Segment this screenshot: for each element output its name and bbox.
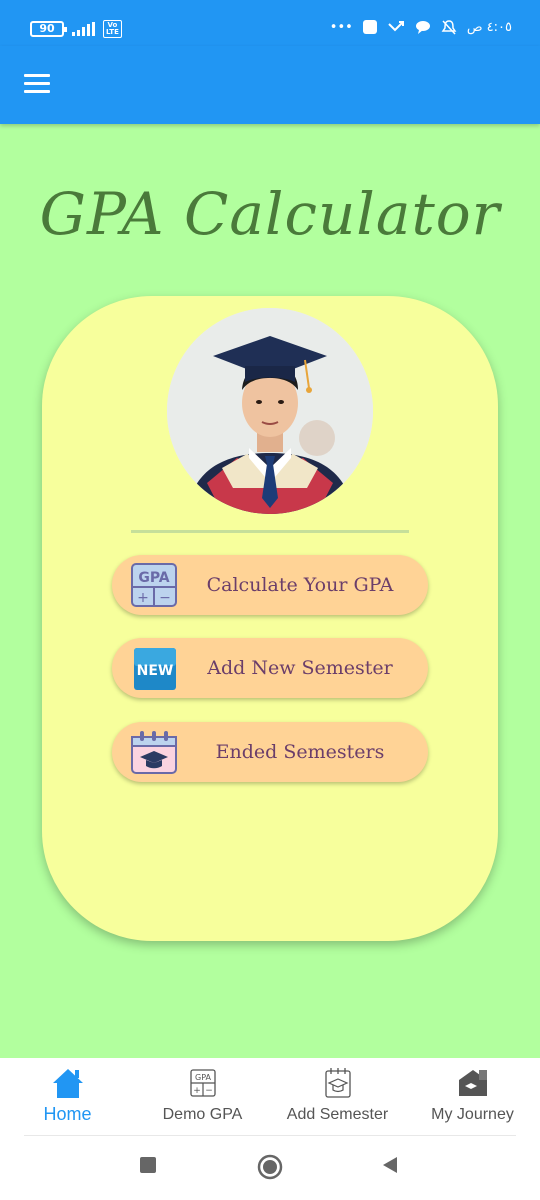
gpa-calculator-icon: GPA + − [131, 563, 177, 607]
nav-label-home: Home [43, 1104, 92, 1124]
signal-icon [72, 22, 95, 36]
missed-call-icon [388, 21, 404, 32]
network-badge: Vo LTE [103, 20, 122, 38]
status-bar: 90 Vo LTE ••• ٤:٠٥ ص [0, 0, 540, 46]
svg-text:GPA: GPA [138, 570, 169, 586]
message-icon [415, 21, 430, 34]
nav-item-demo-gpa[interactable]: GPA + − Demo GPA [135, 1058, 270, 1136]
nav-divider [24, 1135, 516, 1136]
nav-item-my-journey[interactable]: My Journey [405, 1058, 540, 1136]
recent-apps-icon[interactable] [139, 1156, 157, 1174]
home-icon [52, 1069, 83, 1098]
svg-text:+: + [193, 1086, 201, 1096]
svg-text:NEW: NEW [137, 663, 174, 679]
svg-text:−: − [205, 1086, 213, 1096]
nav-label-demo-gpa: Demo GPA [162, 1106, 243, 1123]
graduate-image [167, 308, 373, 514]
hamburger-menu-icon[interactable] [24, 74, 52, 96]
battery-icon: 90 [30, 21, 67, 37]
calculate-gpa-label: Calculate Your GPA [206, 574, 394, 596]
calculate-gpa-button[interactable]: GPA + − Calculate Your GPA [112, 555, 428, 615]
bottom-nav: Home GPA + − Demo GPA Add Semester My Jo… [0, 1058, 540, 1138]
add-new-semester-button[interactable]: NEW Add New Semester [112, 638, 428, 698]
ended-semesters-button[interactable]: Ended Semesters [112, 722, 428, 782]
home-system-icon[interactable] [257, 1154, 283, 1180]
status-right: ••• ٤:٠٥ ص [330, 19, 512, 35]
gpa-icon: GPA + − [189, 1069, 216, 1097]
battery-level: 90 [39, 22, 55, 35]
journey-icon [458, 1070, 487, 1096]
app-notification-icon [362, 20, 377, 34]
divider [131, 530, 409, 533]
graduate-avatar [167, 308, 373, 514]
nav-item-add-semester[interactable]: Add Semester [270, 1058, 405, 1136]
network-type: LTE [106, 28, 119, 36]
more-icon: ••• [329, 19, 353, 35]
mute-bell-icon [441, 20, 457, 35]
nav-label-my-journey: My Journey [431, 1106, 514, 1123]
new-badge-icon: NEW [134, 648, 176, 690]
svg-text:−: − [159, 590, 171, 606]
svg-text:GPA: GPA [195, 1073, 212, 1082]
svg-text:+: + [137, 590, 149, 606]
ended-semesters-label: Ended Semesters [215, 741, 385, 763]
status-left: 90 Vo LTE [30, 20, 122, 38]
calendar-graduation-icon [131, 731, 177, 774]
add-new-semester-label: Add New Semester [207, 657, 393, 679]
back-icon[interactable] [381, 1156, 399, 1174]
app-bar [0, 46, 540, 124]
system-nav-bar [0, 1138, 540, 1200]
notebook-graduation-icon [324, 1068, 351, 1098]
page-title: GPA Calculator [39, 180, 501, 248]
nav-label-add-semester: Add Semester [286, 1106, 389, 1123]
clock: ٤:٠٥ ص [466, 19, 512, 35]
nav-item-home[interactable]: Home [0, 1058, 135, 1136]
